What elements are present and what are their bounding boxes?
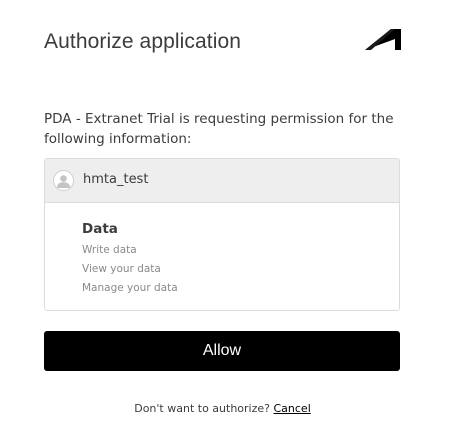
permission-request-text: PDA - Extranet Trial is requesting permi… bbox=[44, 111, 394, 147]
autodesk-logo-icon bbox=[365, 29, 401, 50]
cancel-link[interactable]: Cancel bbox=[273, 402, 310, 415]
decline-prompt: Don't want to authorize? bbox=[134, 402, 270, 415]
permission-card: hmta_test Data Write data View your data… bbox=[44, 158, 400, 311]
allow-button[interactable]: Allow bbox=[44, 331, 400, 371]
page-title: Authorize application bbox=[44, 30, 242, 53]
permission-item-view: View your data bbox=[82, 263, 161, 275]
account-username: hmta_test bbox=[83, 172, 149, 187]
permission-item-write: Write data bbox=[82, 244, 137, 256]
user-avatar-icon bbox=[53, 170, 74, 191]
decline-footer: Don't want to authorize? Cancel bbox=[0, 402, 445, 415]
permission-item-manage: Manage your data bbox=[82, 282, 178, 294]
scope-title: Data bbox=[82, 221, 118, 237]
account-header: hmta_test bbox=[45, 159, 399, 203]
